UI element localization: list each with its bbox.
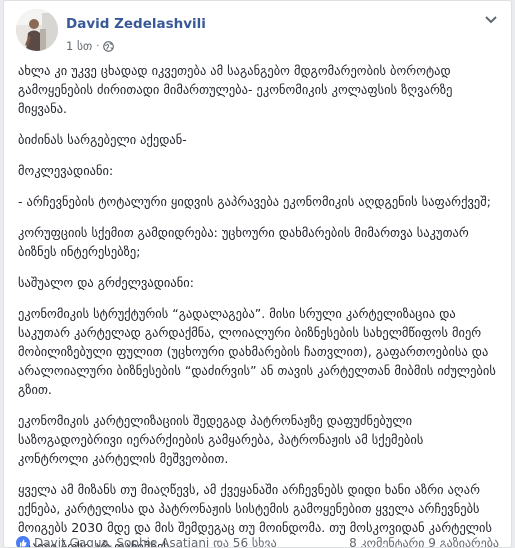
author-name[interactable]: David Zedelashvili: [66, 16, 206, 32]
post-paragraph: მოკლევადიანი:: [18, 163, 114, 178]
meta-separator: ·: [96, 40, 100, 52]
chevron-down-icon[interactable]: [483, 11, 499, 27]
post-paragraph: საშუალო და გრძელვადიანი:: [18, 275, 194, 290]
author-avatar[interactable]: [16, 9, 58, 51]
reactions-text[interactable]: Davit Gagua, Sophie Asatiani და 56 სხვა: [34, 536, 277, 547]
post-timestamp[interactable]: 1 სთ: [66, 39, 92, 53]
post-paragraph: ეკონომიკის კარტელიზაციის შედეგად პატრონა…: [18, 413, 424, 466]
post-body: ახლა კი უკვე ცხადად იკვეთება ამ საგანგებ…: [18, 61, 497, 547]
reactions-summary[interactable]: Davit Gagua, Sophie Asatiani და 56 სხვა: [16, 536, 277, 547]
post-paragraph: კორუფციის სქემით გამდიდრება: უცხოური დახ…: [18, 225, 469, 259]
post-footer: Davit Gagua, Sophie Asatiani და 56 სხვა …: [16, 533, 499, 547]
comments-shares-count[interactable]: 8 კომენტარი 9 გაზიარება: [349, 536, 499, 547]
post-paragraph: ეკონომიკის სტრუქტურის “გადალაგება”. მისი…: [18, 306, 496, 397]
post-card: David Zedelashvili 1 სთ · ახლა კი უკვე ც…: [3, 0, 512, 548]
post-paragraph: - არჩევნების ტოტალური ყიდვის გაპრავება ე…: [18, 194, 491, 209]
like-reaction-icon: [16, 536, 30, 547]
globe-icon[interactable]: [103, 40, 115, 52]
post-paragraph: ბიძინას სარგებელი აქედან-: [18, 132, 187, 147]
post-header: David Zedelashvili 1 სთ ·: [16, 9, 499, 59]
post-meta: 1 სთ ·: [66, 39, 115, 53]
post-paragraph: ახლა კი უკვე ცხადად იკვეთება ამ საგანგებ…: [18, 63, 453, 116]
